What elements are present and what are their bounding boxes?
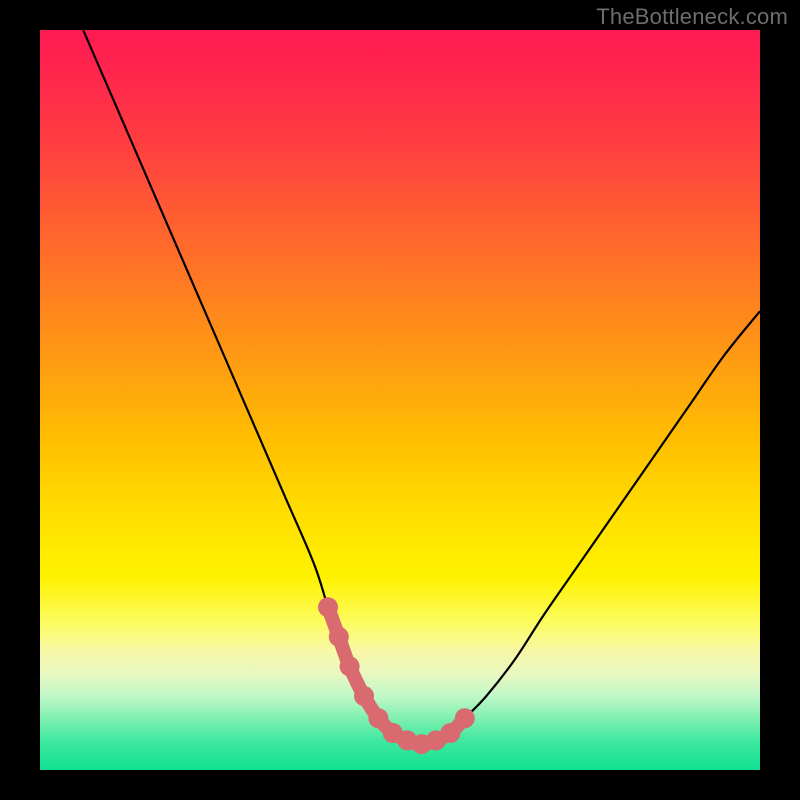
valley-marker [329, 627, 349, 647]
right-curve [422, 311, 760, 744]
watermark-text: TheBottleneck.com [596, 4, 788, 30]
valley-marker [318, 597, 338, 617]
valley-marker [368, 708, 388, 728]
valley-marker [455, 708, 475, 728]
valley-marker [354, 686, 374, 706]
valley-marker [340, 656, 360, 676]
curve-layer [0, 0, 800, 800]
chart-frame: TheBottleneck.com [0, 0, 800, 800]
valley-marker [440, 723, 460, 743]
left-curve [83, 30, 421, 744]
